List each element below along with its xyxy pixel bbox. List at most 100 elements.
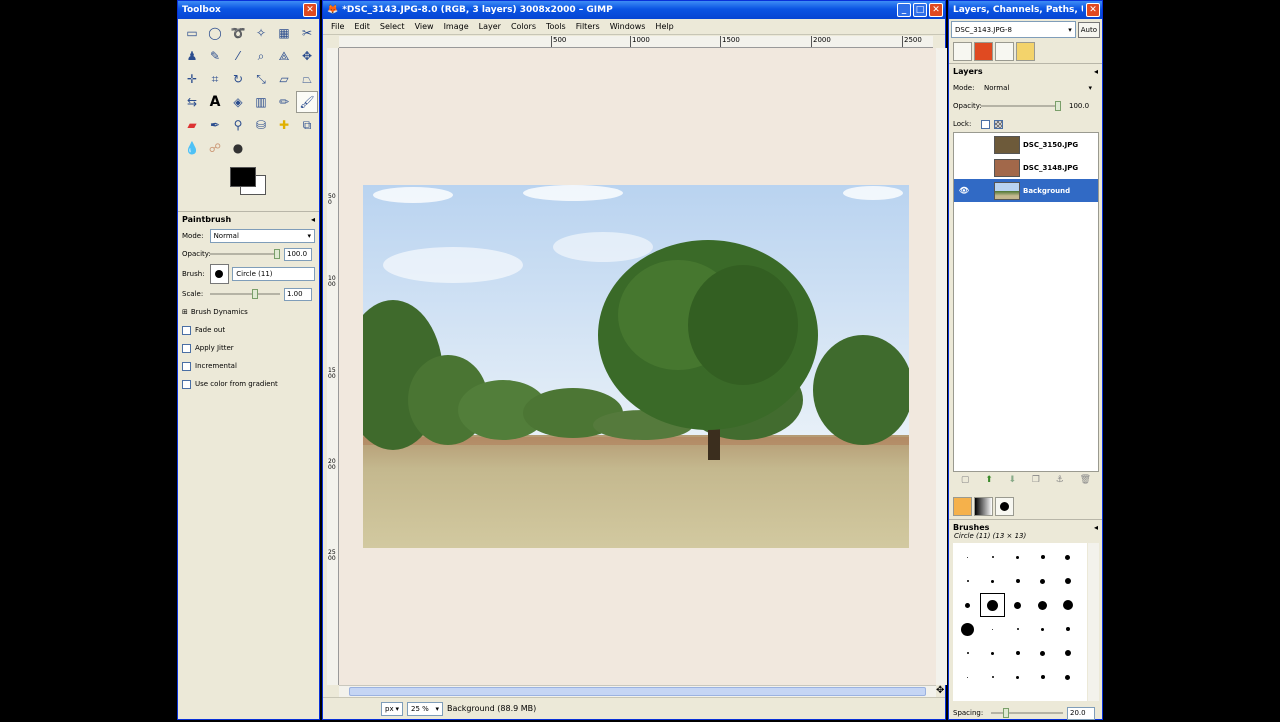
brush-preset[interactable] (1030, 569, 1055, 593)
ink-icon[interactable]: ⚲ (227, 114, 249, 136)
text-icon[interactable]: A (204, 91, 226, 113)
perspective-icon[interactable]: ⏢ (296, 68, 318, 90)
menu-edit[interactable]: Edit (354, 22, 370, 31)
color-picker-icon[interactable]: ⁄ (227, 45, 249, 67)
landscape-photo[interactable] (363, 185, 909, 548)
scale-spin[interactable]: 1.00 (284, 287, 312, 301)
foreground-color-swatch[interactable] (230, 167, 256, 187)
brush-preset[interactable] (955, 665, 980, 689)
blur-icon[interactable]: 💧 (181, 137, 203, 159)
use-color-row[interactable]: Use color from gradient (178, 375, 319, 393)
menu-image[interactable]: Image (444, 22, 469, 31)
mode-select[interactable]: Normal ▾ (209, 229, 315, 243)
menu-file[interactable]: File (331, 22, 344, 31)
brush-preset[interactable] (1030, 593, 1055, 617)
tab-menu-icon[interactable]: ◂ (1094, 67, 1098, 76)
brush-preset[interactable] (980, 617, 1005, 641)
layer-row[interactable]: DSC_3150.JPG (954, 133, 1098, 156)
close-icon[interactable]: ✕ (1086, 3, 1100, 17)
layer-name[interactable]: DSC_3150.JPG (1023, 141, 1078, 149)
menu-help[interactable]: Help (655, 22, 673, 31)
brush-preset[interactable] (1005, 569, 1030, 593)
vertical-scrollbar[interactable] (936, 48, 947, 685)
brush-preset[interactable] (1005, 641, 1030, 665)
tab-channels-icon[interactable] (974, 42, 993, 61)
lock-alpha-checkbox[interactable] (994, 119, 1003, 129)
ellipse-select-icon[interactable]: ◯ (204, 22, 226, 44)
scissors-icon[interactable]: ✂ (296, 22, 318, 44)
menu-select[interactable]: Select (380, 22, 405, 31)
foreground-select-icon[interactable]: ♟ (181, 45, 203, 67)
brush-preset[interactable] (1005, 617, 1030, 641)
smudge-icon[interactable]: ☍ (204, 137, 226, 159)
duplicate-layer-icon[interactable]: ❐ (1032, 475, 1040, 485)
perspective-clone-icon[interactable]: ⧉ (296, 114, 318, 136)
free-select-icon[interactable]: ➰ (227, 22, 249, 44)
color-select-icon[interactable]: ▦ (273, 22, 295, 44)
tab-layers-icon[interactable] (953, 42, 972, 61)
brush-preset[interactable] (1055, 545, 1080, 569)
slider-knob[interactable] (252, 289, 258, 299)
dock-titlebar[interactable]: Layers, Channels, Paths, Undo – P... ✕ (949, 1, 1102, 19)
raise-layer-icon[interactable]: ⬆ (985, 475, 993, 485)
brush-preset[interactable] (955, 569, 980, 593)
toolbox-titlebar[interactable]: Toolbox ✕ (178, 1, 319, 19)
auto-button[interactable]: Auto (1077, 21, 1100, 38)
menu-layer[interactable]: Layer (479, 22, 501, 31)
close-icon[interactable]: ✕ (929, 3, 943, 17)
apply-jitter-row[interactable]: Apply Jitter (178, 339, 319, 357)
menu-windows[interactable]: Windows (610, 22, 646, 31)
clone-icon[interactable]: ⛁ (250, 114, 272, 136)
brush-preset[interactable] (980, 641, 1005, 665)
menu-tools[interactable]: Tools (546, 22, 566, 31)
brush-preset[interactable] (1005, 665, 1030, 689)
fuzzy-select-icon[interactable]: ✧ (250, 22, 272, 44)
brush-preset[interactable] (955, 641, 980, 665)
image-canvas[interactable] (339, 48, 936, 685)
slider-knob[interactable] (1055, 101, 1061, 111)
zoom-select[interactable]: 25 % ▾ (407, 701, 443, 716)
expander-icon[interactable]: ⊞ (182, 308, 188, 316)
brush-preset[interactable] (955, 545, 980, 569)
paths-icon[interactable]: ✎ (204, 45, 226, 67)
slider-knob[interactable] (1003, 708, 1009, 718)
menu-colors[interactable]: Colors (511, 22, 536, 31)
tab-patterns-icon[interactable] (953, 497, 972, 516)
rotate-icon[interactable]: ↻ (227, 68, 249, 90)
layer-opacity-value[interactable]: 100.0 (1069, 102, 1089, 110)
scrollbar-thumb[interactable] (349, 687, 926, 696)
layer-name[interactable]: Background (1023, 187, 1070, 195)
brush-preset[interactable] (955, 617, 980, 641)
layer-name[interactable]: DSC_3148.JPG (1023, 164, 1078, 172)
scale-icon[interactable]: ⤡ (250, 68, 272, 90)
opacity-slider[interactable] (210, 249, 280, 259)
slider-knob[interactable] (274, 249, 280, 259)
minimize-icon[interactable]: _ (897, 3, 911, 17)
menu-view[interactable]: View (415, 22, 434, 31)
apply-jitter-checkbox[interactable] (182, 343, 191, 353)
incremental-checkbox[interactable] (182, 361, 191, 371)
brush-preset[interactable] (1030, 665, 1055, 689)
brush-preset[interactable] (1055, 665, 1080, 689)
tab-menu-icon[interactable]: ◂ (311, 215, 315, 224)
image-titlebar[interactable]: 🦊 *DSC_3143.JPG-8.0 (RGB, 3 layers) 3008… (323, 1, 945, 19)
incremental-row[interactable]: Incremental (178, 357, 319, 375)
align-icon[interactable]: ✛ (181, 68, 203, 90)
brush-preset[interactable] (1055, 569, 1080, 593)
brush-preset[interactable] (980, 665, 1005, 689)
layer-opacity-slider[interactable] (981, 101, 1061, 111)
paintbrush-icon[interactable]: 🖌 (296, 91, 318, 113)
tab-menu-icon[interactable]: ◂ (1094, 523, 1098, 532)
menu-filters[interactable]: Filters (576, 22, 600, 31)
brush-preset[interactable] (1055, 617, 1080, 641)
brush-preset[interactable] (980, 545, 1005, 569)
brush-preset[interactable] (1055, 593, 1080, 617)
brush-preset[interactable] (1030, 641, 1055, 665)
layer-row-selected[interactable]: 👁 Background (954, 179, 1098, 202)
crop-icon[interactable]: ⌗ (204, 68, 226, 90)
flip-icon[interactable]: ⇆ (181, 91, 203, 113)
brush-preset[interactable] (1030, 545, 1055, 569)
brush-name-field[interactable]: Circle (11) (232, 267, 315, 281)
tab-paths-icon[interactable] (995, 42, 1014, 61)
blend-icon[interactable]: ▥ (250, 91, 272, 113)
